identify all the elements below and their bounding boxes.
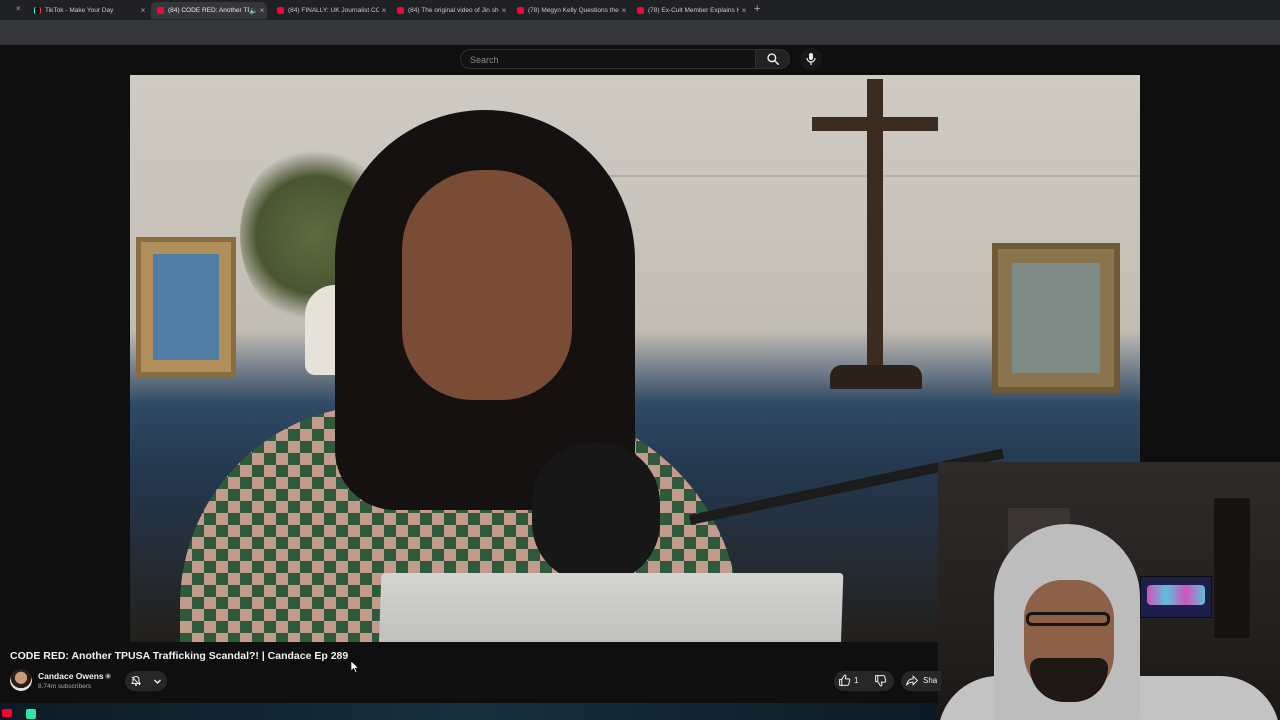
microphone-icon bbox=[806, 53, 816, 65]
app-icon[interactable] bbox=[26, 709, 36, 719]
close-icon[interactable]: × bbox=[138, 6, 148, 15]
like-count: 1 bbox=[854, 676, 859, 685]
tab-youtube-active[interactable]: (84) CODE RED: Another TP 🔈 × bbox=[151, 2, 267, 19]
speaker-face bbox=[402, 170, 572, 400]
share-label[interactable]: Share bbox=[923, 676, 937, 685]
close-icon[interactable]: × bbox=[499, 6, 509, 15]
crucifix-base bbox=[830, 365, 922, 389]
tab-youtube[interactable]: (78) Ex-Cult Member Explains H × bbox=[631, 2, 749, 19]
browser-tab-strip: × TikTok - Make Your Day × (84) CODE RED… bbox=[0, 0, 1280, 20]
close-icon[interactable]: × bbox=[379, 6, 389, 15]
youtube-icon bbox=[637, 7, 644, 14]
subscriber-count: 8.74m subscribers bbox=[38, 683, 92, 690]
tab-youtube[interactable]: (78) Megyn Kelly Questions the × bbox=[511, 2, 629, 19]
tab-title: (78) Megyn Kelly Questions the bbox=[528, 7, 619, 14]
taskbar bbox=[0, 703, 938, 720]
picture-frame bbox=[136, 237, 236, 377]
close-icon[interactable]: × bbox=[619, 6, 629, 15]
bell-icon bbox=[131, 675, 142, 686]
close-icon[interactable]: × bbox=[257, 6, 267, 15]
youtube-masthead: Search bbox=[0, 45, 1280, 75]
bookshelf bbox=[1214, 498, 1250, 638]
picture-frame bbox=[992, 243, 1120, 393]
tab-title: (84) The original video of Jin sh bbox=[408, 7, 499, 14]
speaker-icon[interactable]: 🔈 bbox=[249, 7, 258, 15]
video-title: CODE RED: Another TPUSA Trafficking Scan… bbox=[10, 650, 349, 662]
crucifix-arm bbox=[812, 117, 938, 131]
tab-title: (84) CODE RED: Another TP bbox=[168, 7, 249, 14]
tab-youtube[interactable]: (84) FINALLY: UK Journalist CO × bbox=[271, 2, 389, 19]
verified-icon: ◉ bbox=[105, 673, 112, 680]
thumbs-down-icon[interactable] bbox=[874, 674, 887, 687]
browser-toolbar bbox=[0, 20, 1280, 45]
voice-search-button[interactable] bbox=[800, 48, 822, 70]
youtube-icon bbox=[277, 7, 284, 14]
search-icon bbox=[767, 53, 780, 66]
chevron-down-icon bbox=[153, 679, 161, 684]
youtube-icon bbox=[517, 7, 524, 14]
channel-avatar[interactable] bbox=[10, 669, 32, 691]
channel-name[interactable]: Candace Owens bbox=[38, 671, 104, 681]
notification-bell-button[interactable] bbox=[125, 671, 167, 691]
share-icon bbox=[906, 674, 919, 687]
mouse-cursor-icon bbox=[351, 661, 359, 673]
search-input[interactable]: Search bbox=[460, 49, 756, 69]
youtube-icon bbox=[157, 7, 164, 14]
webcam-overlay bbox=[938, 462, 1280, 720]
wall-trim bbox=[550, 175, 1140, 177]
thumbs-up-icon[interactable] bbox=[838, 674, 851, 687]
new-tab-button[interactable]: + bbox=[754, 3, 760, 15]
tiktok-icon bbox=[34, 7, 41, 14]
tab-tiktok[interactable]: TikTok - Make Your Day × bbox=[28, 2, 148, 19]
laptop bbox=[378, 573, 844, 642]
tab-title: TikTok - Make Your Day bbox=[45, 7, 114, 14]
close-icon[interactable]: × bbox=[16, 4, 21, 13]
streamer-glasses bbox=[1026, 612, 1110, 626]
microphone bbox=[532, 443, 660, 583]
tab-youtube[interactable]: (84) The original video of Jin sh × bbox=[391, 2, 509, 19]
tab-title: (78) Ex-Cult Member Explains H bbox=[648, 7, 739, 14]
close-icon[interactable]: × bbox=[739, 6, 749, 15]
tab-title: (84) FINALLY: UK Journalist CO bbox=[288, 7, 379, 14]
search-button[interactable] bbox=[756, 49, 790, 69]
neon-sign bbox=[1140, 576, 1212, 618]
youtube-icon bbox=[397, 7, 404, 14]
youtube-icon[interactable] bbox=[2, 709, 12, 717]
